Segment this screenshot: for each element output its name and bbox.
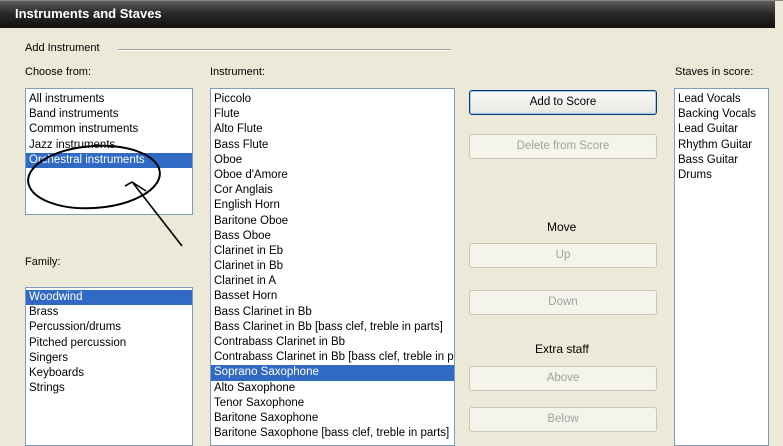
annotation-circle [27,144,161,210]
annotation-arrow-shaft [132,182,183,247]
annotation-overlay [27,144,183,247]
